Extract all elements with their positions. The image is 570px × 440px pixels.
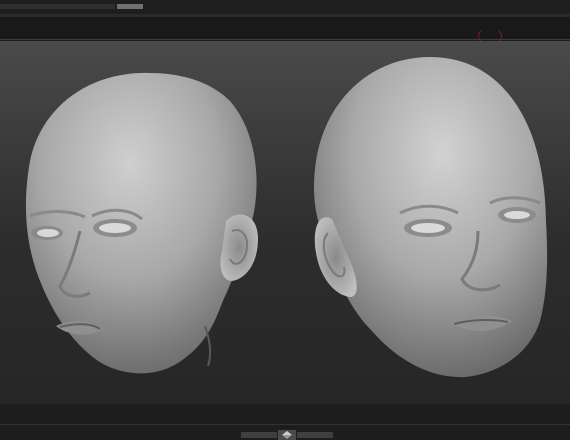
document-viewport[interactable] — [0, 41, 570, 404]
ear-icon — [220, 214, 258, 281]
panel-divider — [0, 39, 570, 40]
head-sculpt-right[interactable] — [313, 57, 548, 378]
tray-tab-right[interactable] — [297, 432, 333, 438]
top-toolbar — [0, 0, 570, 14]
chevron-up-down-icon[interactable] — [278, 430, 296, 440]
toolbar-segment-active[interactable] — [117, 4, 143, 9]
shelf-panel — [0, 17, 570, 45]
toolbar-segment[interactable] — [0, 4, 115, 9]
tray-tab-left[interactable] — [241, 432, 277, 438]
head-sculpt-left[interactable] — [25, 72, 258, 374]
bottom-divider — [0, 424, 570, 425]
viewport-canvas — [25, 57, 548, 378]
